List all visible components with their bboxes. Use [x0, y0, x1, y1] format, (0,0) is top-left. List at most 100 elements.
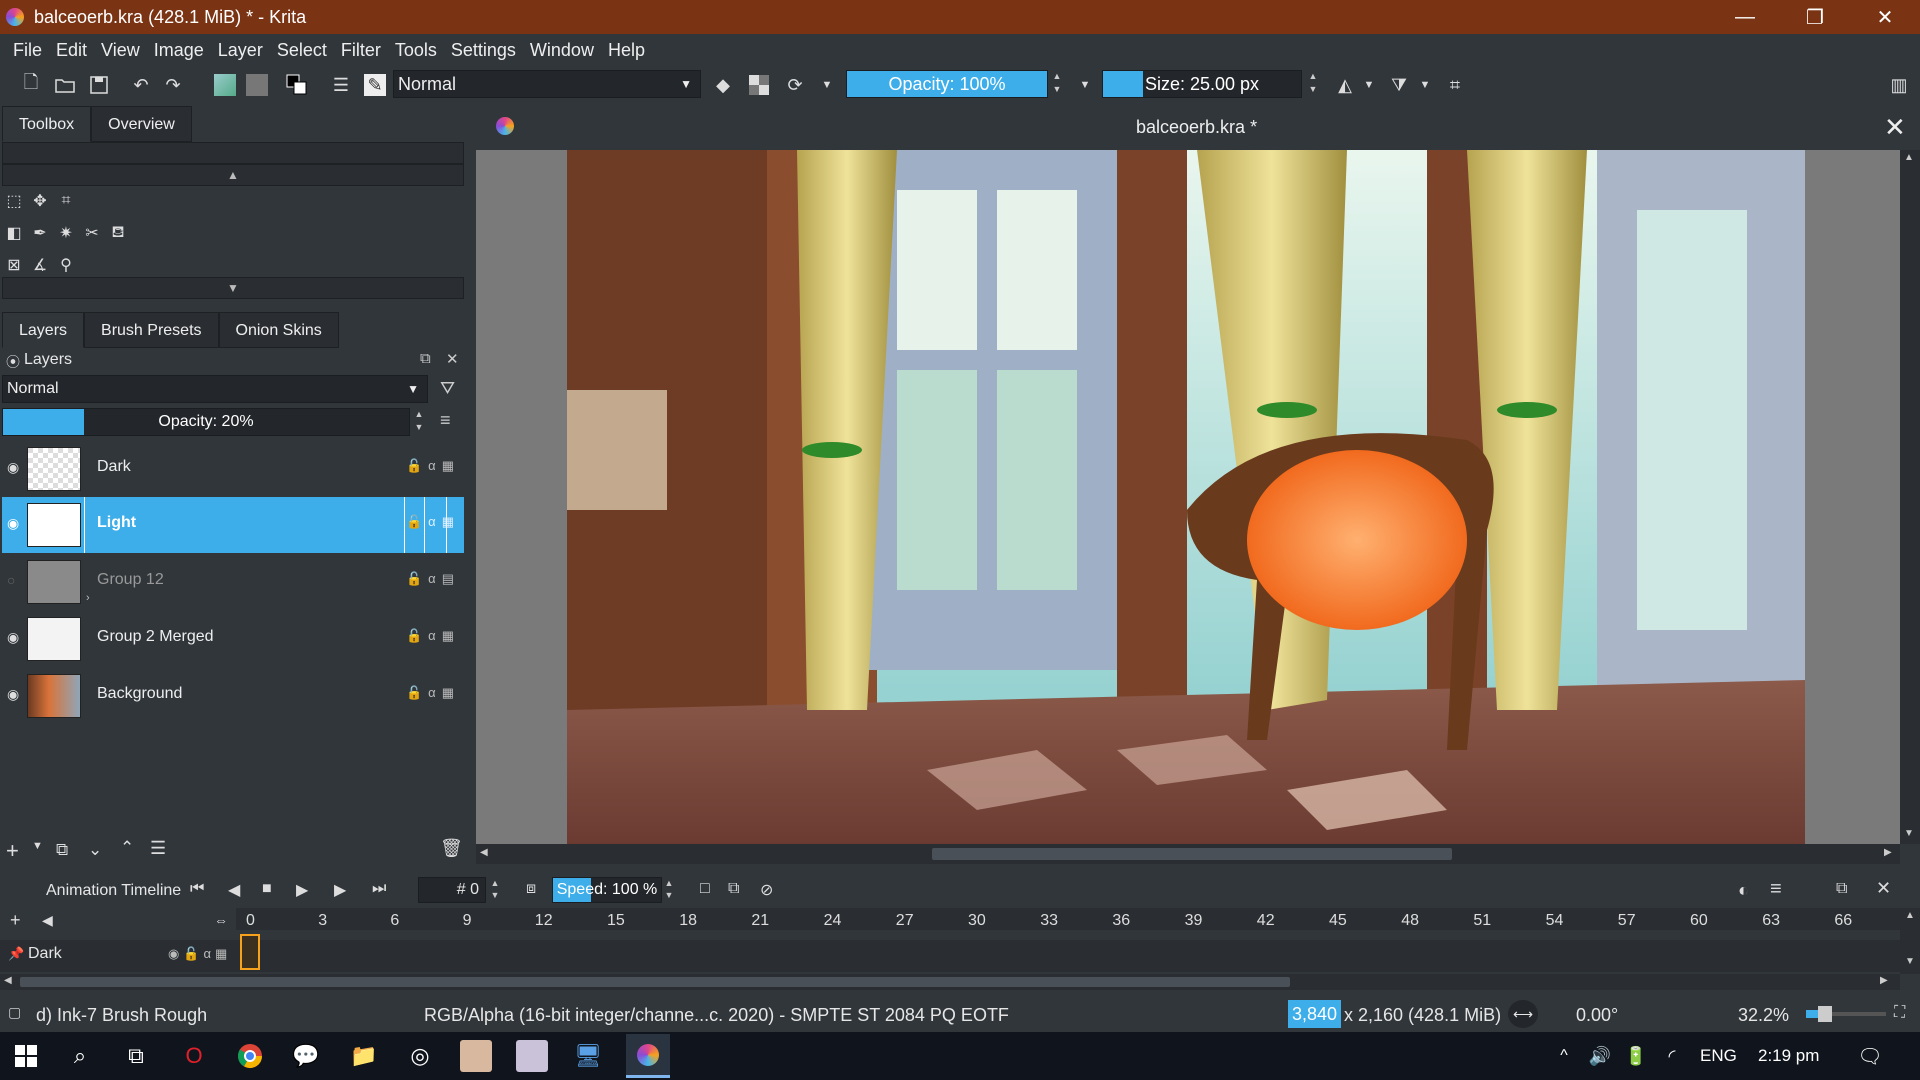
scroll-up-arrow-icon[interactable]: ▲ — [1905, 910, 1915, 921]
scroll-down-arrow-icon[interactable]: ▼ — [1905, 956, 1915, 967]
audio-icon[interactable]: ⊘ — [760, 880, 773, 900]
current-frame-field[interactable]: # 0 — [418, 877, 486, 903]
layer-row[interactable]: ○ Group 12 › 🔓α▤ — [2, 554, 464, 610]
mirror-vertical-icon[interactable]: ⧩ — [1388, 74, 1410, 96]
size-slider[interactable]: Size: 25.00 px — [1102, 70, 1302, 98]
duplicate-layer-icon[interactable]: ⧉ — [56, 840, 68, 860]
layer-properties-icons[interactable]: 🔓α▦ — [406, 685, 460, 701]
menu-help[interactable]: Help — [601, 40, 652, 61]
krita-taskbar-button[interactable] — [626, 1034, 670, 1078]
layer-row[interactable]: ◉ Background 🔓α▦ — [2, 668, 464, 724]
fill-tool-icon[interactable]: ⛾ — [106, 221, 130, 245]
layer-properties-icons[interactable]: 🔓α▦ — [406, 628, 460, 644]
layer-options-icon[interactable]: ≡ — [440, 410, 451, 431]
maximize-button[interactable]: ❐ — [1780, 0, 1850, 34]
undo-icon[interactable]: ↶ — [130, 74, 152, 96]
menu-filter[interactable]: Filter — [334, 40, 388, 61]
layer-row[interactable]: ◉ Group 2 Merged 🔓α▦ — [2, 611, 464, 667]
delete-layer-icon[interactable]: 🗑 — [440, 838, 463, 859]
opacity-slider[interactable]: Opacity: 100% — [846, 70, 1048, 98]
assistant-tool-icon[interactable]: ⊠ — [2, 253, 26, 277]
close-window-button[interactable]: ✕ — [1850, 0, 1920, 34]
reload-preset-icon[interactable]: ⟳ — [784, 74, 806, 96]
chevron-down-icon[interactable]: ▼ — [1414, 74, 1436, 96]
layer-properties-icon[interactable]: ☰ — [150, 838, 166, 859]
smart-patch-icon[interactable]: ✷ — [54, 221, 78, 245]
scroll-left-arrow-icon[interactable]: ◀ — [480, 847, 488, 858]
layer-opacity-spinner[interactable]: ▲ ▼ — [412, 408, 426, 436]
scroll-up-arrow-icon[interactable]: ▲ — [1904, 152, 1914, 163]
tab-toolbox[interactable]: Toolbox — [2, 106, 92, 142]
opacity-spinner[interactable]: ▲ ▼ — [1050, 70, 1064, 98]
menu-window[interactable]: Window — [523, 40, 601, 61]
current-brush[interactable]: d) Ink-7 Brush Rough — [36, 1005, 207, 1026]
layer-properties-icons[interactable]: 🔓α▦ — [406, 514, 460, 530]
next-frame-icon[interactable]: ▶ — [334, 880, 346, 900]
visibility-eye-icon[interactable]: ◉ — [7, 459, 25, 477]
first-frame-icon[interactable]: ⏮ — [190, 880, 204, 898]
audio-track-icon[interactable]: ◀ — [42, 912, 53, 929]
opera-browser-icon[interactable]: O — [178, 1040, 210, 1072]
tab-brush-presets[interactable]: Brush Presets — [84, 312, 219, 348]
track-properties-icons[interactable]: ◉🔓α▦ — [168, 946, 231, 962]
layer-blend-mode-select[interactable]: Normal ▼ — [2, 375, 428, 403]
fill-gradient-icon[interactable] — [214, 74, 236, 96]
layer-properties-icons[interactable]: 🔓α▤ — [406, 571, 460, 587]
input-language[interactable]: ENG — [1700, 1046, 1737, 1066]
float-docker-icon[interactable]: ⧉ — [420, 350, 431, 367]
move-tool-icon[interactable]: ✥ — [28, 189, 52, 213]
open-folder-icon[interactable] — [54, 74, 76, 96]
scroll-right-arrow-icon[interactable]: ▶ — [1884, 847, 1892, 858]
close-timeline-icon[interactable]: ✕ — [1876, 878, 1891, 899]
layer-opacity-slider[interactable]: Opacity: 20% — [2, 408, 410, 436]
chevron-down-icon[interactable]: ▼ — [32, 840, 43, 852]
search-icon[interactable]: ⌕ — [64, 1040, 96, 1072]
menu-edit[interactable]: Edit — [49, 40, 94, 61]
timeline-vertical-scrollbar[interactable]: ▲ ▼ — [1900, 908, 1920, 974]
scroll-up-bar[interactable]: ▲ — [2, 164, 464, 186]
size-spinner[interactable]: ▲ ▼ — [1306, 70, 1320, 98]
zoom-slider[interactable] — [1806, 1006, 1886, 1022]
mirror-horizontal-icon[interactable]: ◭ — [1334, 74, 1356, 96]
show-hidden-icons-icon[interactable]: ^ — [1548, 1040, 1580, 1072]
color-picker-icon[interactable]: ✒ — [28, 221, 52, 245]
pattern-edit-icon[interactable]: ✂ — [80, 221, 104, 245]
wifi-icon[interactable]: ◜ — [1656, 1040, 1688, 1072]
timeline-horizontal-scrollbar[interactable]: ◀ ▶ — [0, 974, 1900, 990]
measure-tool-icon[interactable]: ∡ — [28, 253, 52, 277]
visibility-eye-icon[interactable]: ◉ — [7, 515, 25, 533]
hidden-eye-icon[interactable]: ○ — [7, 572, 25, 590]
float-timeline-icon[interactable]: ⧉ — [1836, 880, 1847, 898]
image-viewer-icon[interactable] — [516, 1040, 548, 1072]
move-layer-up-icon[interactable]: ⌃ — [120, 838, 134, 858]
add-track-icon[interactable]: + — [10, 910, 21, 931]
brush-settings-icon[interactable]: ☰ — [330, 74, 352, 96]
scroll-down-arrow-icon[interactable]: ▼ — [1904, 828, 1914, 839]
layer-row[interactable]: ◉ Dark 🔓α▦ — [2, 441, 464, 497]
expand-group-icon[interactable]: › — [86, 592, 90, 604]
crop-tool-icon[interactable]: ⌗ — [54, 189, 78, 213]
chevron-down-icon[interactable]: ▼ — [1358, 74, 1380, 96]
media-player-icon[interactable]: ◎ — [404, 1040, 436, 1072]
speed-spinner[interactable]: ▲ ▼ — [662, 877, 676, 903]
filter-icon[interactable]: ⛛ — [440, 378, 455, 399]
frame-box-icon[interactable]: □ — [700, 880, 710, 898]
chevron-down-icon[interactable]: ▼ — [1074, 74, 1096, 96]
clock-time[interactable]: 2:19 pm — [1758, 1046, 1819, 1066]
tab-overview[interactable]: Overview — [91, 106, 192, 142]
menu-select[interactable]: Select — [270, 40, 334, 61]
play-icon[interactable]: ▶ — [296, 880, 308, 900]
onion-skin-icon[interactable]: ⧉ — [728, 880, 739, 898]
add-layer-icon[interactable]: + — [6, 838, 19, 864]
remote-desktop-icon[interactable]: 🖥 — [572, 1040, 604, 1072]
stop-icon[interactable]: ■ — [262, 880, 272, 898]
previous-frame-icon[interactable]: ◀ — [228, 880, 240, 900]
eraser-icon[interactable]: ◆ — [712, 74, 734, 96]
menu-image[interactable]: Image — [147, 40, 211, 61]
layer-row[interactable]: ◉ Light 🔓α▦ — [2, 497, 464, 553]
menu-tools[interactable]: Tools — [388, 40, 444, 61]
timeline-scrollbar-thumb[interactable] — [20, 977, 1290, 987]
menu-layer[interactable]: Layer — [211, 40, 270, 61]
workspace-icon[interactable]: ▥ — [1888, 74, 1910, 96]
scroll-down-bar[interactable]: ▼ — [2, 277, 464, 299]
